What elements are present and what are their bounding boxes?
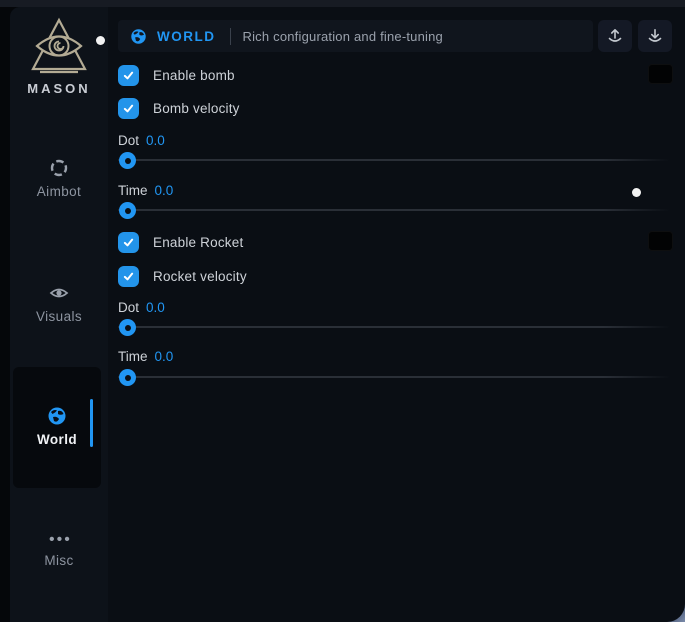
bomb-color-swatch[interactable] — [648, 64, 673, 84]
rocket-velocity-row: Rocket velocity — [118, 266, 247, 287]
slider-value: 0.0 — [155, 349, 174, 364]
bomb-velocity-checkbox[interactable] — [118, 98, 139, 119]
sidebar-item-label: Aimbot — [10, 184, 108, 199]
page-header: WORLD Rich configuration and fine-tuning — [118, 20, 593, 52]
ellipsis-icon: ••• — [49, 535, 69, 547]
particle-dot — [96, 36, 105, 45]
checkbox-label: Bomb velocity — [153, 101, 240, 116]
screen: MASON Aimbot Visuals — [0, 0, 685, 622]
sidebar-item-world[interactable]: World — [13, 367, 101, 488]
mason-eye-pyramid-icon — [30, 17, 88, 77]
download-icon — [647, 28, 663, 44]
page-title: WORLD — [157, 29, 216, 44]
check-icon — [122, 102, 135, 115]
sidebar-item-label: World — [13, 432, 101, 447]
globe-icon — [130, 28, 147, 45]
sidebar-item-visuals[interactable]: Visuals — [10, 283, 108, 324]
slider-track[interactable] — [118, 376, 670, 378]
sidebar-item-label: Visuals — [10, 309, 108, 324]
bomb-dot-label: Dot 0.0 — [118, 133, 165, 148]
bomb-time-slider[interactable] — [118, 202, 670, 219]
enable-rocket-row: Enable Rocket — [118, 232, 243, 253]
active-indicator-bar — [90, 399, 93, 447]
check-icon — [122, 69, 135, 82]
rocket-time-label: Time 0.0 — [118, 349, 173, 364]
page-subtitle: Rich configuration and fine-tuning — [243, 29, 443, 44]
slider-thumb[interactable] — [119, 319, 136, 336]
rocket-time-slider[interactable] — [118, 369, 670, 386]
enable-bomb-row: Enable bomb — [118, 65, 235, 86]
bomb-time-label: Time 0.0 — [118, 183, 173, 198]
rocket-velocity-checkbox[interactable] — [118, 266, 139, 287]
rocket-dot-slider[interactable] — [118, 319, 670, 336]
upload-icon — [607, 28, 623, 44]
brand-name: MASON — [10, 81, 108, 96]
checkbox-label: Enable Rocket — [153, 235, 243, 250]
slider-track[interactable] — [118, 159, 670, 161]
sidebar-item-misc[interactable]: ••• Misc — [10, 535, 108, 568]
slider-value: 0.0 — [155, 183, 174, 198]
slider-thumb[interactable] — [119, 369, 136, 386]
slider-track[interactable] — [118, 209, 670, 211]
check-icon — [122, 236, 135, 249]
export-config-button[interactable] — [598, 20, 632, 52]
slider-thumb[interactable] — [119, 202, 136, 219]
enable-rocket-checkbox[interactable] — [118, 232, 139, 253]
rocket-dot-label: Dot 0.0 — [118, 300, 165, 315]
check-icon — [122, 270, 135, 283]
checkbox-label: Rocket velocity — [153, 269, 247, 284]
enable-bomb-checkbox[interactable] — [118, 65, 139, 86]
particle-dot — [632, 188, 641, 197]
sidebar-item-aimbot[interactable]: Aimbot — [10, 158, 108, 199]
sidebar: MASON Aimbot Visuals — [10, 7, 108, 622]
bomb-dot-slider[interactable] — [118, 152, 670, 169]
import-config-button[interactable] — [638, 20, 672, 52]
brand-logo: MASON — [10, 17, 108, 96]
bomb-velocity-row: Bomb velocity — [118, 98, 240, 119]
header-divider — [230, 28, 231, 45]
slider-value: 0.0 — [146, 300, 165, 315]
eye-icon — [49, 283, 69, 303]
slider-thumb[interactable] — [119, 152, 136, 169]
mason-window: MASON Aimbot Visuals — [10, 7, 685, 622]
checkbox-label: Enable bomb — [153, 68, 235, 83]
sidebar-item-label: Misc — [10, 553, 108, 568]
slider-track[interactable] — [118, 326, 670, 328]
backdrop-top-strip — [0, 0, 685, 7]
crosshair-icon — [49, 158, 69, 178]
globe-icon — [47, 406, 67, 426]
slider-value: 0.0 — [146, 133, 165, 148]
rocket-color-swatch[interactable] — [648, 231, 673, 251]
